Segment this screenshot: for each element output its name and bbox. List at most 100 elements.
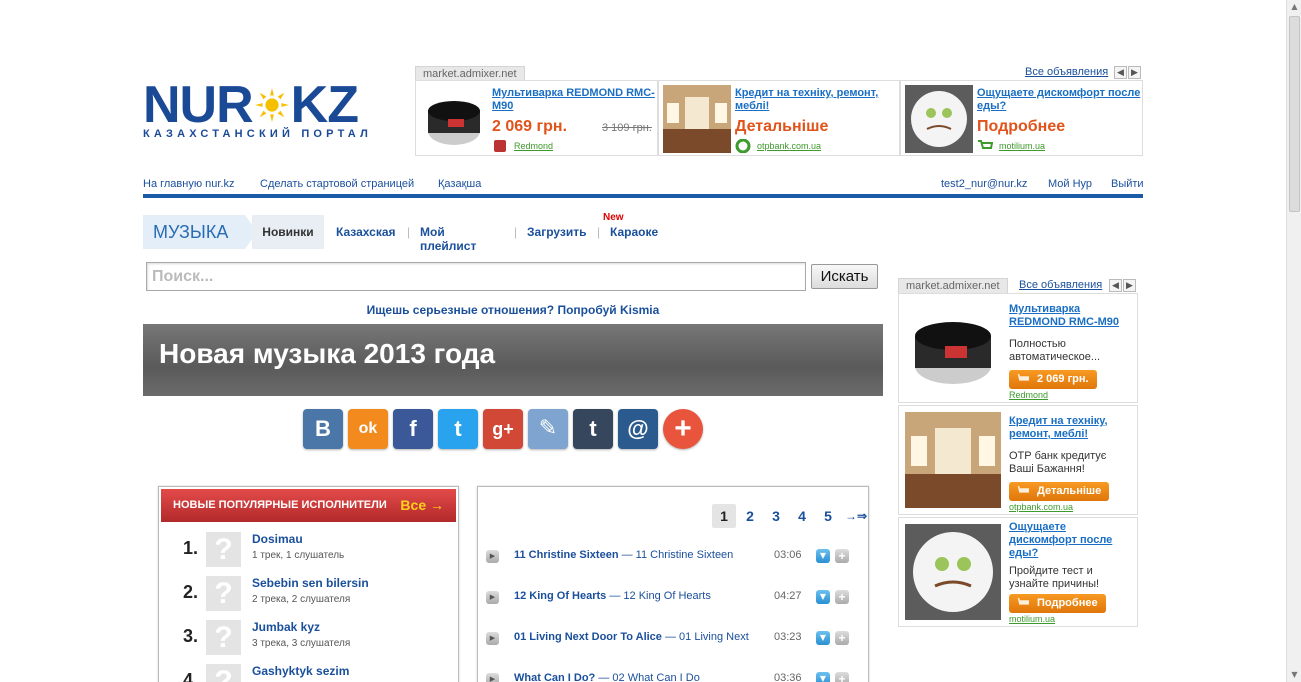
- artist-name[interactable]: Sebebin sen bilersin: [252, 576, 369, 590]
- search-input[interactable]: Поиск...: [146, 262, 806, 291]
- ad-card[interactable]: Ощущаете дискомфорт после еды? Пройдите …: [898, 517, 1138, 627]
- google-plus-share-icon[interactable]: g+: [483, 409, 523, 449]
- page-number[interactable]: 2: [738, 504, 762, 528]
- track-artist[interactable]: What Can I Do?: [514, 672, 595, 682]
- play-icon[interactable]: ▶: [486, 673, 499, 682]
- vkontakte-share-icon[interactable]: В: [303, 409, 343, 449]
- ad-card[interactable]: Кредит на технiку, ремонт, меблi! ОТР ба…: [898, 405, 1138, 515]
- kazakh-language-link[interactable]: Қазақша: [438, 178, 481, 190]
- avatar[interactable]: ?: [206, 620, 241, 655]
- all-ads-link[interactable]: Все объявления: [1025, 66, 1108, 78]
- tab-karaoke[interactable]: Караоке: [610, 225, 658, 239]
- scroll-down-arrow-icon[interactable]: ▼: [1287, 668, 1301, 682]
- ad-title[interactable]: Мультиварка REDMOND RMC-M90: [492, 87, 657, 113]
- ad-card[interactable]: Ощущаете дискомфорт после еды? Подробнее…: [900, 80, 1143, 156]
- ad-card[interactable]: Кредит на технiку, ремонт, меблi! Деталь…: [658, 80, 900, 156]
- ad-title[interactable]: Ощущаете дискомфорт после еды?: [1009, 521, 1134, 560]
- tab-upload[interactable]: Загрузить: [527, 225, 586, 239]
- list-item[interactable]: 4. ? Gashyktyk sezim: [159, 664, 459, 682]
- ad-details-button[interactable]: Детальнiше: [1009, 482, 1110, 501]
- page-number[interactable]: 3: [764, 504, 788, 528]
- ad-domain[interactable]: otpbank.com.ua: [757, 141, 821, 151]
- more-share-icon[interactable]: +: [663, 409, 703, 449]
- all-artists-link[interactable]: Все →: [400, 489, 444, 522]
- ad-title[interactable]: Ощущаете дискомфорт после еды?: [977, 87, 1142, 113]
- ad-title[interactable]: Мультиварка REDMOND RMC-M90: [1009, 303, 1134, 329]
- ad-buy-button[interactable]: 2 069 грн.: [1009, 370, 1097, 389]
- ad-card[interactable]: Мультиварка REDMOND RMC-M90 Полностью ав…: [898, 293, 1138, 403]
- track-title[interactable]: — 01 Living Next: [665, 631, 749, 643]
- mail-share-icon[interactable]: @: [618, 409, 658, 449]
- artist-name[interactable]: Dosimau: [252, 532, 303, 546]
- home-link[interactable]: На главную nur.kz: [143, 178, 235, 190]
- start-page-link[interactable]: Сделать стартовой страницей: [260, 178, 414, 190]
- list-item[interactable]: 3. ? Jumbak kyz 3 трека, 3 слушателя: [159, 620, 459, 664]
- play-icon[interactable]: ▶: [486, 591, 499, 604]
- play-icon[interactable]: ▶: [486, 550, 499, 563]
- ad-card[interactable]: Мультиварка REDMOND RMC-M90 2 069 грн. 3…: [415, 80, 658, 156]
- logout-link[interactable]: Выйти: [1111, 178, 1144, 190]
- promo-link[interactable]: Ищешь серьезные отношения? Попробуй Kism…: [143, 303, 883, 317]
- next-arrow-icon[interactable]: ▶: [1128, 66, 1141, 79]
- track-link[interactable]: 11 Christine Sixteen — 11 Christine Sixt…: [514, 549, 733, 561]
- plate-image: [905, 524, 1001, 620]
- download-icon[interactable]: ▼: [816, 631, 830, 645]
- next-page-link[interactable]: →⇒: [842, 504, 870, 528]
- prev-arrow-icon[interactable]: ◀: [1114, 66, 1127, 79]
- site-logo[interactable]: NUR KZ КАЗАХСТАНСКИЙ ПОРТАЛ: [143, 79, 368, 146]
- avatar[interactable]: ?: [206, 532, 241, 567]
- track-link[interactable]: What Can I Do? — 02 What Can I Do: [514, 672, 700, 682]
- track-artist[interactable]: 12 King Of Hearts: [514, 590, 606, 602]
- add-to-playlist-icon[interactable]: +: [835, 672, 849, 682]
- ad-domain[interactable]: motilium.ua: [999, 141, 1045, 151]
- twitter-share-icon[interactable]: t: [438, 409, 478, 449]
- play-icon[interactable]: ▶: [486, 632, 499, 645]
- artist-name[interactable]: Jumbak kyz: [252, 620, 320, 634]
- ad-title[interactable]: Кредит на технiку, ремонт, меблi!: [1009, 415, 1134, 441]
- ad-domain[interactable]: Redmond: [514, 141, 553, 151]
- all-ads-link[interactable]: Все объявления: [1019, 279, 1102, 291]
- search-button[interactable]: Искать: [811, 264, 878, 289]
- tab-my-playlist[interactable]: Мой плейлист: [420, 225, 476, 253]
- avatar[interactable]: ?: [206, 664, 241, 682]
- download-icon[interactable]: ▼: [816, 672, 830, 682]
- next-arrow-icon[interactable]: ▶: [1123, 279, 1136, 292]
- track-link[interactable]: 12 King Of Hearts — 12 King Of Hearts: [514, 590, 711, 602]
- my-nur-link[interactable]: Мой Нур: [1048, 178, 1092, 190]
- tab-novinki[interactable]: Новинки: [252, 215, 324, 249]
- track-link[interactable]: 01 Living Next Door To Alice — 01 Living…: [514, 631, 749, 643]
- ad-domain[interactable]: motilium.ua: [1009, 614, 1055, 624]
- page-number[interactable]: 1: [712, 504, 736, 528]
- scroll-up-arrow-icon[interactable]: ▲: [1287, 0, 1301, 14]
- avatar[interactable]: ?: [206, 576, 241, 611]
- list-item[interactable]: 1. ? Dosimau 1 трек, 1 слушатель: [159, 532, 459, 576]
- user-email-link[interactable]: test2_nur@nur.kz: [941, 178, 1027, 190]
- tumblr-share-icon[interactable]: t: [573, 409, 613, 449]
- tab-kazakh[interactable]: Казахская: [336, 225, 396, 239]
- track-title[interactable]: — 12 King Of Hearts: [609, 590, 711, 602]
- page-number[interactable]: 4: [790, 504, 814, 528]
- artist-name[interactable]: Gashyktyk sezim: [252, 664, 349, 678]
- prev-arrow-icon[interactable]: ◀: [1109, 279, 1122, 292]
- track-title[interactable]: — 02 What Can I Do: [598, 672, 700, 682]
- ad-domain[interactable]: Redmond: [1009, 390, 1048, 400]
- list-item[interactable]: 2. ? Sebebin sen bilersin 2 трека, 2 слу…: [159, 576, 459, 620]
- page-number[interactable]: 5: [816, 504, 840, 528]
- track-title[interactable]: — 11 Christine Sixteen: [622, 549, 734, 561]
- ad-domain[interactable]: otpbank.com.ua: [1009, 502, 1073, 512]
- ad-more-button[interactable]: Подробнее: [1009, 594, 1106, 613]
- odnoklassniki-share-icon[interactable]: ok: [348, 409, 388, 449]
- scroll-thumb[interactable]: [1289, 16, 1300, 212]
- track-artist[interactable]: 01 Living Next Door To Alice: [514, 631, 662, 643]
- download-icon[interactable]: ▼: [816, 549, 830, 563]
- music-section-title[interactable]: МУЗЫКА: [143, 215, 257, 249]
- livejournal-share-icon[interactable]: ✎: [528, 409, 568, 449]
- ad-title[interactable]: Кредит на технiку, ремонт, меблi!: [735, 87, 899, 113]
- add-to-playlist-icon[interactable]: +: [835, 590, 849, 604]
- download-icon[interactable]: ▼: [816, 590, 830, 604]
- facebook-share-icon[interactable]: f: [393, 409, 433, 449]
- track-artist[interactable]: 11 Christine Sixteen: [514, 549, 619, 561]
- add-to-playlist-icon[interactable]: +: [835, 549, 849, 563]
- add-to-playlist-icon[interactable]: +: [835, 631, 849, 645]
- page-scrollbar[interactable]: ▲ ▼: [1286, 0, 1301, 682]
